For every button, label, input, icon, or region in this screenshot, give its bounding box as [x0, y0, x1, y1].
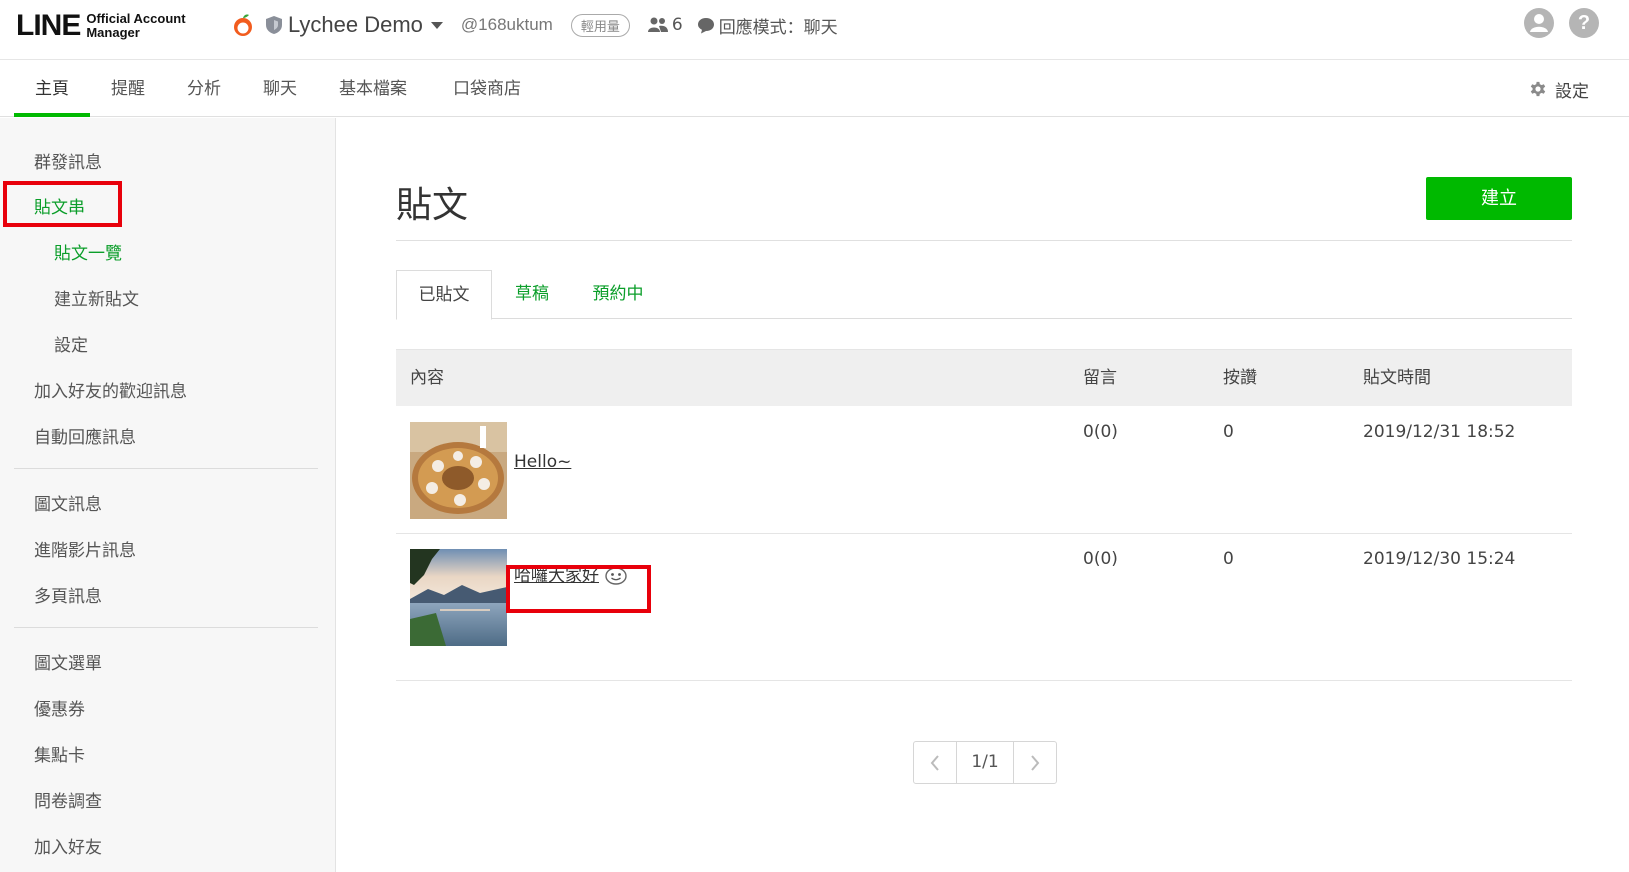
page-indicator: 1/1	[956, 742, 1014, 783]
line-logo[interactable]: LINE Official Account Manager	[16, 6, 186, 46]
sticker-icon	[605, 567, 627, 585]
lychee-avatar-icon	[234, 14, 252, 36]
sidebar-item-rich-message[interactable]: 圖文訊息	[34, 490, 102, 515]
post-link[interactable]: Hello~	[514, 452, 571, 472]
nav-reminders[interactable]: 提醒	[98, 61, 158, 117]
settings-link[interactable]: 設定	[1529, 61, 1589, 117]
friends-icon	[647, 17, 668, 32]
account-id: @168uktum	[460, 15, 553, 34]
column-header-post-time: 貼文時間	[1363, 368, 1431, 388]
tab-scheduled[interactable]: 預約中	[578, 270, 658, 319]
sidebar-item-greeting[interactable]: 加入好友的歡迎訊息	[34, 377, 187, 402]
sidebar: 群發訊息 貼文串 貼文一覽 建立新貼文 設定 加入好友的歡迎訊息 自動回應訊息 …	[0, 118, 336, 872]
nav-profile[interactable]: 基本檔案	[330, 61, 416, 117]
logo-subtitle: Official Account Manager	[86, 12, 185, 40]
help-icon[interactable]: ?	[1569, 8, 1599, 38]
pagination: 1/1	[913, 741, 1057, 784]
chevron-left-icon	[930, 754, 939, 771]
posts-table-header: 內容 留言 按讚 貼文時間	[396, 349, 1572, 406]
sidebar-item-coupons[interactable]: 優惠券	[34, 695, 85, 720]
verified-shield-icon	[266, 16, 282, 34]
previous-page-button[interactable]	[914, 742, 956, 783]
gear-icon	[1530, 81, 1546, 97]
sidebar-item-new-post[interactable]: 建立新貼文	[54, 285, 139, 310]
post-comments: 0(0)	[1083, 422, 1118, 442]
sidebar-item-reward-card[interactable]: 集點卡	[34, 741, 85, 766]
sidebar-item-rich-menu[interactable]: 圖文選單	[34, 649, 102, 674]
sidebar-item-card-message[interactable]: 多頁訊息	[34, 582, 102, 607]
post-likes: 0	[1223, 422, 1234, 442]
settings-label: 設定	[1555, 81, 1589, 102]
tab-drafts[interactable]: 草稿	[502, 270, 562, 319]
post-link[interactable]: 哈囉大家好	[514, 561, 627, 586]
chevron-down-icon[interactable]	[430, 21, 443, 29]
nav-analytics[interactable]: 分析	[174, 61, 234, 117]
post-time: 2019/12/30 15:24	[1363, 549, 1516, 569]
chat-bubble-icon	[697, 17, 714, 33]
sidebar-divider	[14, 627, 318, 628]
sidebar-item-broadcast[interactable]: 群發訊息	[34, 148, 102, 173]
nav-chat[interactable]: 聊天	[250, 61, 310, 117]
post-thumbnail[interactable]	[410, 549, 507, 646]
nav-home[interactable]: 主頁	[14, 61, 90, 117]
post-thumbnail[interactable]	[410, 422, 507, 519]
app-root: LINE Official Account Manager Lychee Dem…	[0, 0, 1629, 872]
tab-posted[interactable]: 已貼文	[396, 270, 492, 320]
sidebar-divider	[14, 468, 318, 469]
reply-mode-status[interactable]: 回應模式：聊天	[719, 13, 838, 38]
nav-pocket-shop[interactable]: 口袋商店	[444, 61, 530, 117]
sidebar-item-post-list[interactable]: 貼文一覽	[54, 239, 122, 264]
post-tabs: 已貼文 草稿 預約中	[396, 270, 1572, 320]
sidebar-item-auto-reply[interactable]: 自動回應訊息	[34, 423, 136, 448]
post-comments: 0(0)	[1083, 549, 1118, 569]
next-page-button[interactable]	[1014, 742, 1056, 783]
page-title: 貼文	[396, 185, 469, 226]
post-likes: 0	[1223, 549, 1234, 569]
logo-wordmark: LINE	[16, 9, 81, 42]
friends-count: 6	[671, 15, 683, 35]
table-row[interactable]: Hello~ 0(0) 0 2019/12/31 18:52	[396, 406, 1572, 534]
post-link-text: 哈囉大家好	[514, 566, 599, 586]
column-header-content: 內容	[410, 368, 444, 388]
title-divider	[396, 240, 1572, 241]
chevron-right-icon	[1031, 754, 1040, 771]
main-nav: 主頁 提醒 分析 聊天 基本檔案 口袋商店 設定	[0, 61, 1629, 117]
account-switcher[interactable]: Lychee Demo @168uktum 輕用量 6 回應模式：聊天	[232, 10, 838, 40]
sidebar-item-rich-video[interactable]: 進階影片訊息	[34, 536, 136, 561]
logo-subtitle-line1: Official Account	[86, 11, 186, 26]
table-row[interactable]: 哈囉大家好 0(0) 0 2019/12/30 15:24	[396, 534, 1572, 681]
post-time: 2019/12/31 18:52	[1363, 422, 1516, 442]
plan-badge: 輕用量	[570, 13, 630, 37]
top-bar: LINE Official Account Manager Lychee Dem…	[0, 0, 1629, 60]
logo-subtitle-line2: Manager	[86, 25, 140, 40]
sidebar-item-add-friends[interactable]: 加入好友	[34, 833, 102, 858]
account-name: Lychee Demo	[288, 12, 423, 37]
user-account-icon[interactable]	[1524, 8, 1554, 38]
create-post-button[interactable]: 建立	[1426, 177, 1572, 220]
column-header-likes: 按讚	[1223, 368, 1257, 388]
column-header-comments: 留言	[1083, 368, 1117, 388]
sidebar-item-survey[interactable]: 問卷調查	[34, 787, 102, 812]
sidebar-item-timeline[interactable]: 貼文串	[34, 193, 85, 218]
sidebar-item-timeline-settings[interactable]: 設定	[54, 331, 88, 356]
